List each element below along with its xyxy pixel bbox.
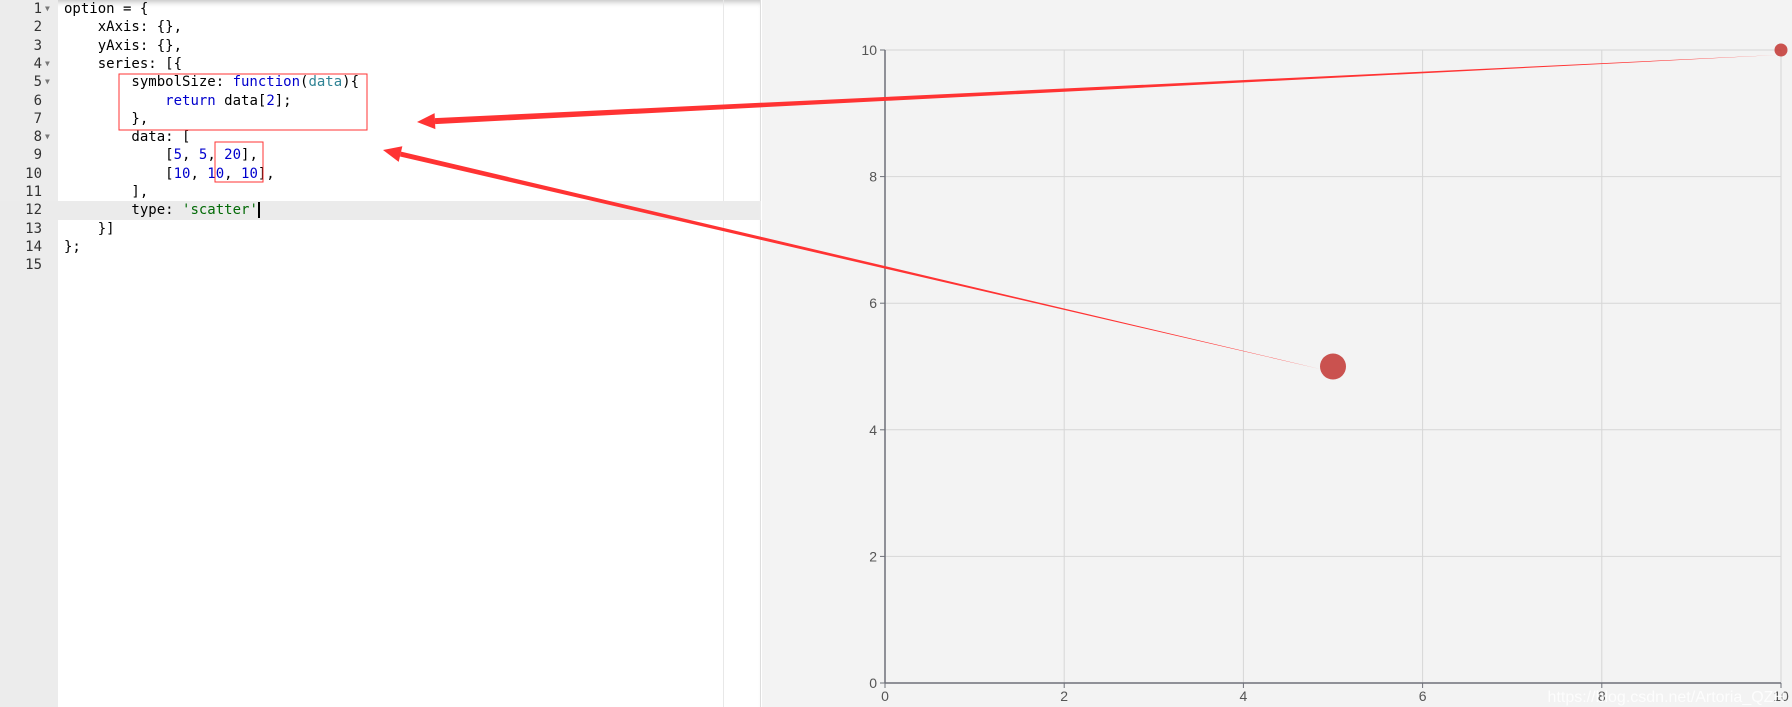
x-tick-label: 6 xyxy=(1419,688,1427,704)
watermark: https://blog.csdn.net/Artoria_QZH xyxy=(1548,689,1785,706)
x-tick-label: 2 xyxy=(1060,688,1068,704)
scatter-point xyxy=(1774,43,1788,57)
y-tick-label: 6 xyxy=(869,295,877,311)
y-tick-label: 8 xyxy=(869,169,877,185)
scatter-point xyxy=(1320,353,1346,380)
arrow-to-data-shaft xyxy=(399,151,1321,369)
annotation-overlay: 0 2 4 6 8 100246810https://blog.csdn.net/Arto… xyxy=(118,42,1789,706)
arrow-to-data-head xyxy=(383,146,403,162)
x-tick-label: 0 xyxy=(881,688,889,704)
y-tick-label: 0 xyxy=(869,675,877,691)
arrow-to-symbolsize-head xyxy=(417,113,436,130)
highlight-box-size-values xyxy=(214,141,264,183)
x-tick-label: 4 xyxy=(1240,688,1248,704)
highlight-box-symbolsize xyxy=(118,73,368,131)
y-tick-label: 2 xyxy=(869,548,877,564)
y-tick-label: 10 xyxy=(861,42,877,58)
arrow-to-symbolsize-shaft xyxy=(434,55,1777,125)
y-tick-label: 4 xyxy=(869,422,877,438)
